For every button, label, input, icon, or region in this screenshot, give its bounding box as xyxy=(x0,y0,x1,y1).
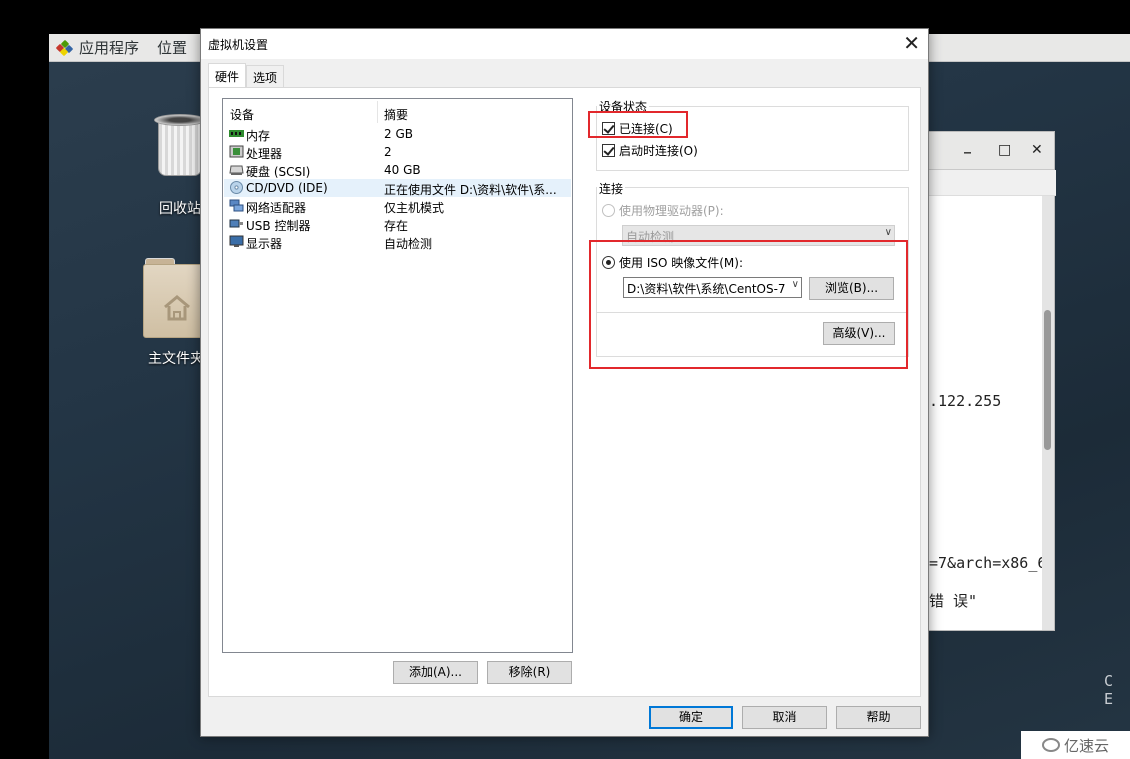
device-summary: 40 GB xyxy=(384,163,421,177)
device-name: CD/DVD (IDE) xyxy=(246,181,328,195)
chevron-down-icon: ∨ xyxy=(884,227,892,238)
watermark-text: 亿速云 xyxy=(1063,736,1109,755)
checkbox-checked-icon xyxy=(602,144,615,157)
device-summary: 存在 xyxy=(384,219,409,233)
radio-unselected-icon xyxy=(602,204,615,217)
gnome-foot-icon xyxy=(55,39,74,56)
device-name: 处理器 xyxy=(246,147,283,161)
tab-strip: 硬件 选项 xyxy=(208,63,285,87)
desktop-side-text: C E xyxy=(1104,672,1120,708)
vm-settings-dialog: 虚拟机设置 ✕ 硬件 选项 设备 摘要 内存 2 GB 处理器 2 硬盘 (SC… xyxy=(200,28,929,737)
device-status-label: 设备状态 xyxy=(597,98,650,115)
cancel-button[interactable]: 取消 xyxy=(742,706,827,729)
device-summary: 正在使用文件 D:\资料\软件\系... xyxy=(384,183,557,197)
device-name: 网络适配器 xyxy=(246,201,307,215)
connect-at-power-on-checkbox[interactable]: 启动时连接(O) xyxy=(602,142,698,159)
add-device-button[interactable]: 添加(A)... xyxy=(393,661,478,684)
physical-drive-radio[interactable]: 使用物理驱动器(P): xyxy=(602,202,724,219)
device-name: 内存 xyxy=(246,129,271,143)
device-list-header: 设备 摘要 xyxy=(223,99,572,123)
tab-options[interactable]: 选项 xyxy=(246,65,285,87)
connection-label: 连接 xyxy=(597,180,626,197)
dialog-title: 虚拟机设置 xyxy=(208,38,269,52)
dialog-titlebar: 虚拟机设置 ✕ xyxy=(201,29,928,59)
applications-menu-label: 应用程序 xyxy=(79,39,140,57)
connected-checkbox[interactable]: 已连接(C) xyxy=(602,120,673,137)
terminal-maximize-button[interactable]: □ xyxy=(998,142,1011,158)
terminal-window[interactable]: _ □ ✕ .122.255 =7&arch=x86_6 错 误" xyxy=(925,131,1056,631)
device-summary: 2 xyxy=(384,145,392,159)
usb-controller-icon xyxy=(229,219,243,228)
terminal-minimize-button[interactable]: _ xyxy=(964,138,971,154)
checkbox-checked-icon xyxy=(602,122,615,135)
remove-device-button[interactable]: 移除(R) xyxy=(487,661,572,684)
device-list[interactable]: 设备 摘要 内存 2 GB 处理器 2 硬盘 (SCSI) 40 GB CD/D… xyxy=(222,98,573,653)
radio-selected-icon xyxy=(602,256,615,269)
watermark: 亿速云 xyxy=(1021,731,1130,759)
network-adapter-icon xyxy=(229,199,244,212)
device-summary: 2 GB xyxy=(384,127,413,141)
memory-icon xyxy=(229,130,244,137)
device-name: USB 控制器 xyxy=(246,219,311,233)
cpu-icon xyxy=(229,145,244,158)
device-row-display[interactable]: 显示器 自动检测 xyxy=(224,233,571,251)
physical-drive-label: 使用物理驱动器(P): xyxy=(619,204,724,218)
device-summary: 自动检测 xyxy=(384,237,433,251)
harddisk-icon xyxy=(229,165,244,175)
device-summary: 仅主机模式 xyxy=(384,201,445,215)
column-header-device[interactable]: 设备 xyxy=(230,106,254,123)
ok-button[interactable]: 确定 xyxy=(649,706,733,729)
connect-at-power-on-label: 启动时连接(O) xyxy=(619,144,698,158)
device-row-network-adapter[interactable]: 网络适配器 仅主机模式 xyxy=(224,197,571,215)
hardware-tab-page: 设备 摘要 内存 2 GB 处理器 2 硬盘 (SCSI) 40 GB CD/D… xyxy=(208,87,921,697)
terminal-close-button[interactable]: ✕ xyxy=(1031,142,1043,158)
terminal-scrollbar-thumb[interactable] xyxy=(1044,310,1051,450)
physical-drive-select[interactable]: 自动检测 ∨ xyxy=(622,225,895,246)
terminal-line: =7&arch=x86_6 xyxy=(929,554,1047,572)
display-icon xyxy=(229,235,244,247)
device-row-harddisk[interactable]: 硬盘 (SCSI) 40 GB xyxy=(224,161,571,179)
iso-path-combo[interactable]: D:\资料\软件\系统\CentOS-7 ∨ xyxy=(623,277,802,298)
close-button[interactable]: ✕ xyxy=(903,31,920,55)
help-button[interactable]: 帮助 xyxy=(836,706,921,729)
advanced-button[interactable]: 高级(V)... xyxy=(823,322,895,345)
terminal-menubar xyxy=(926,170,1056,196)
trash-icon xyxy=(154,114,206,178)
cloud-logo-icon xyxy=(1041,738,1060,752)
iso-path-value: D:\资料\软件\系统\CentOS-7 xyxy=(627,282,786,296)
device-status-group xyxy=(596,106,909,171)
terminal-scrollbar[interactable] xyxy=(1042,196,1054,630)
chevron-down-icon: ∨ xyxy=(791,279,799,290)
device-row-memory[interactable]: 内存 2 GB xyxy=(224,125,571,143)
device-row-cd-dvd[interactable]: CD/DVD (IDE) 正在使用文件 D:\资料\软件\系... xyxy=(224,179,571,197)
places-menu[interactable]: 位置 xyxy=(157,37,187,58)
device-row-usb-controller[interactable]: USB 控制器 存在 xyxy=(224,215,571,233)
connected-label: 已连接(C) xyxy=(619,122,673,136)
tab-hardware[interactable]: 硬件 xyxy=(208,63,247,87)
physical-drive-value: 自动检测 xyxy=(626,230,675,244)
terminal-titlebar: _ □ ✕ xyxy=(926,132,1054,170)
terminal-line: 错 误" xyxy=(929,592,978,610)
iso-image-label: 使用 ISO 映像文件(M): xyxy=(619,256,743,270)
terminal-line: .122.255 xyxy=(929,392,1002,410)
device-row-processor[interactable]: 处理器 2 xyxy=(224,143,571,161)
iso-image-radio[interactable]: 使用 ISO 映像文件(M): xyxy=(602,254,743,271)
device-name: 硬盘 (SCSI) xyxy=(246,165,311,179)
divider xyxy=(597,312,908,313)
terminal-content: .122.255 =7&arch=x86_6 错 误" xyxy=(926,196,1047,630)
device-name: 显示器 xyxy=(246,237,283,251)
cd-dvd-icon xyxy=(230,181,243,194)
column-header-summary[interactable]: 摘要 xyxy=(384,106,408,123)
applications-menu[interactable]: 应用程序 xyxy=(49,37,139,58)
browse-button[interactable]: 浏览(B)... xyxy=(809,277,894,300)
